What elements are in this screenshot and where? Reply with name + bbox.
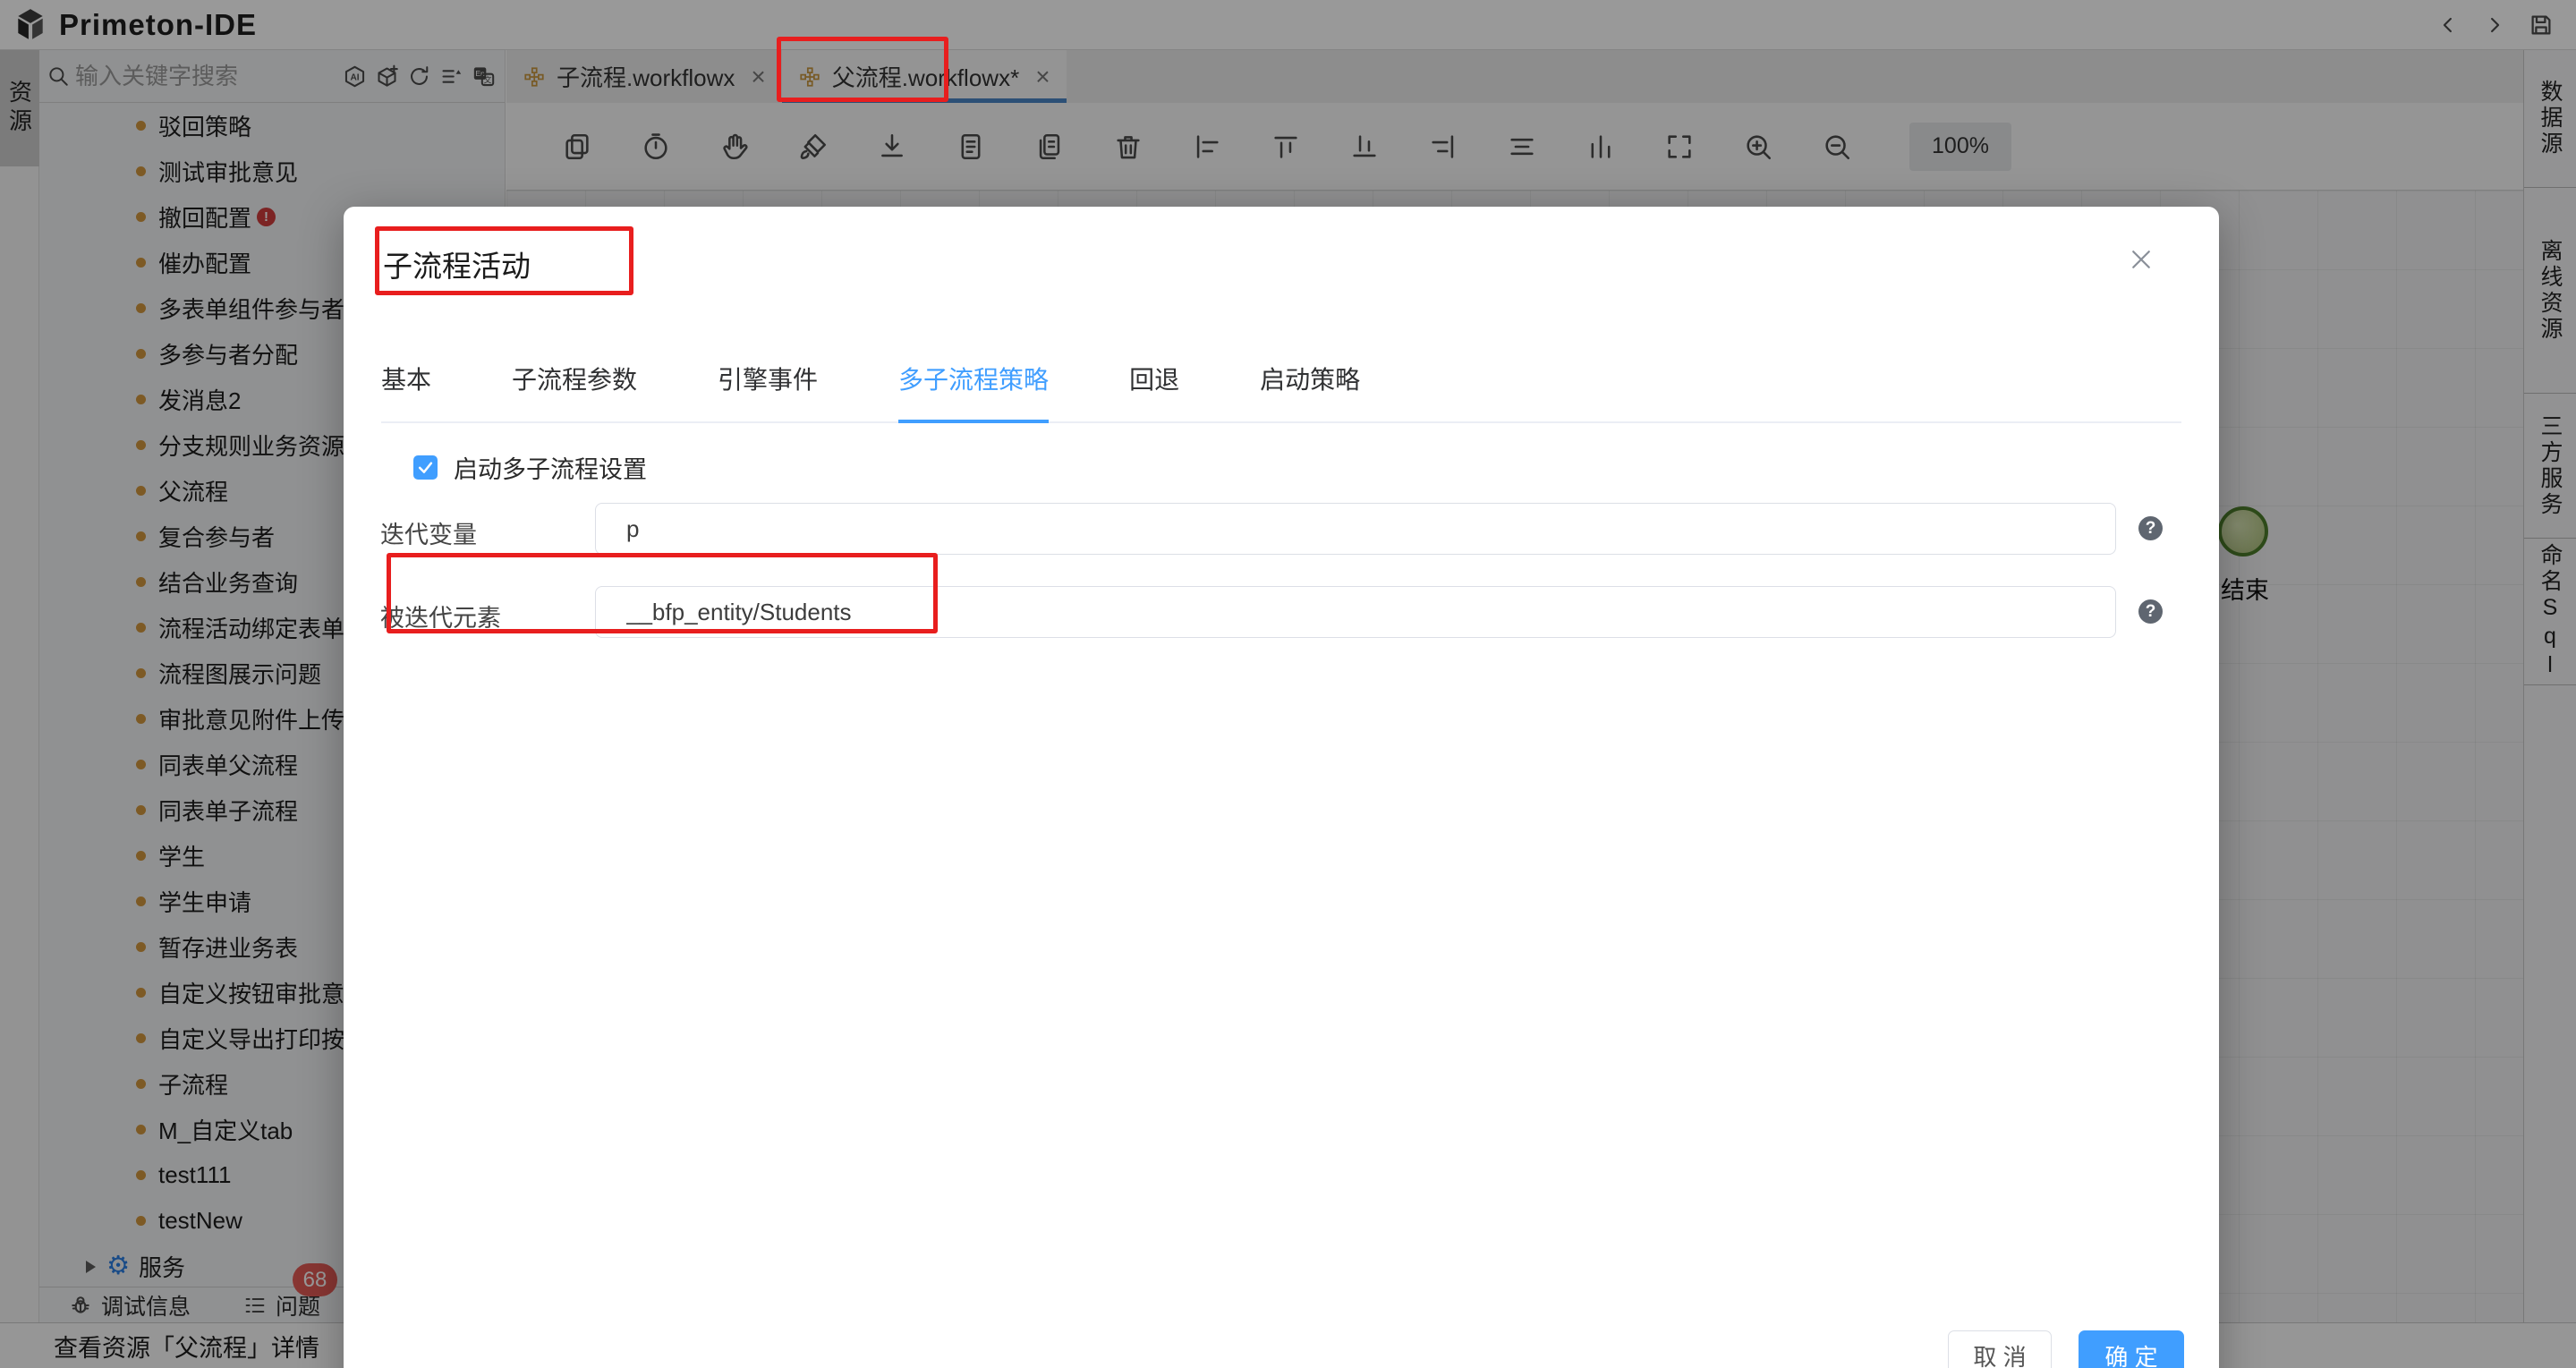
iteration-variable-label: 迭代变量 — [380, 515, 477, 550]
dialog-tab[interactable]: 回退 — [1129, 361, 1179, 421]
multi-subprocess-checkbox-row: 启动多子流程设置 — [413, 450, 647, 485]
close-icon[interactable] — [2126, 244, 2156, 275]
dialog-tab[interactable]: 子流程参数 — [512, 361, 637, 421]
dialog-tab[interactable]: 引擎事件 — [718, 361, 818, 421]
dialog-title: 子流程活动 — [383, 242, 531, 285]
ok-button[interactable]: 确 定 — [2079, 1330, 2184, 1368]
iterated-element-label: 被迭代元素 — [380, 599, 501, 633]
dialog-tab-label: 引擎事件 — [718, 366, 818, 394]
dialog-tab[interactable]: 基本 — [381, 361, 431, 421]
dialog-tabs: 基本 子流程参数 引擎事件 多子流程策略 回退 启 — [381, 361, 2181, 423]
iteration-variable-input[interactable] — [595, 503, 2116, 555]
subprocess-activity-dialog: 子流程活动 基本 子流程参数 引擎事件 多子流程策略 — [344, 207, 2219, 1368]
help-icon[interactable]: ? — [2138, 516, 2163, 540]
dialog-tab-label: 子流程参数 — [512, 366, 637, 394]
checkbox-label: 启动多子流程设置 — [454, 450, 647, 485]
checkbox-checked-icon[interactable] — [413, 455, 438, 480]
dialog-tab[interactable]: 多子流程策略 — [898, 361, 1049, 423]
dialog-tab-label: 多子流程策略 — [898, 366, 1049, 394]
dialog-tab-label: 回退 — [1129, 366, 1179, 394]
dialog-tab-label: 启动策略 — [1260, 366, 1360, 394]
help-icon[interactable]: ? — [2138, 599, 2163, 624]
dialog-tab-label: 基本 — [381, 366, 431, 394]
dialog-tab[interactable]: 启动策略 — [1260, 361, 1360, 421]
screen: Primeton-IDE 资源 AI — [0, 0, 2576, 1368]
iterated-element-input[interactable] — [595, 586, 2116, 638]
cancel-button[interactable]: 取 消 — [1948, 1330, 2052, 1368]
